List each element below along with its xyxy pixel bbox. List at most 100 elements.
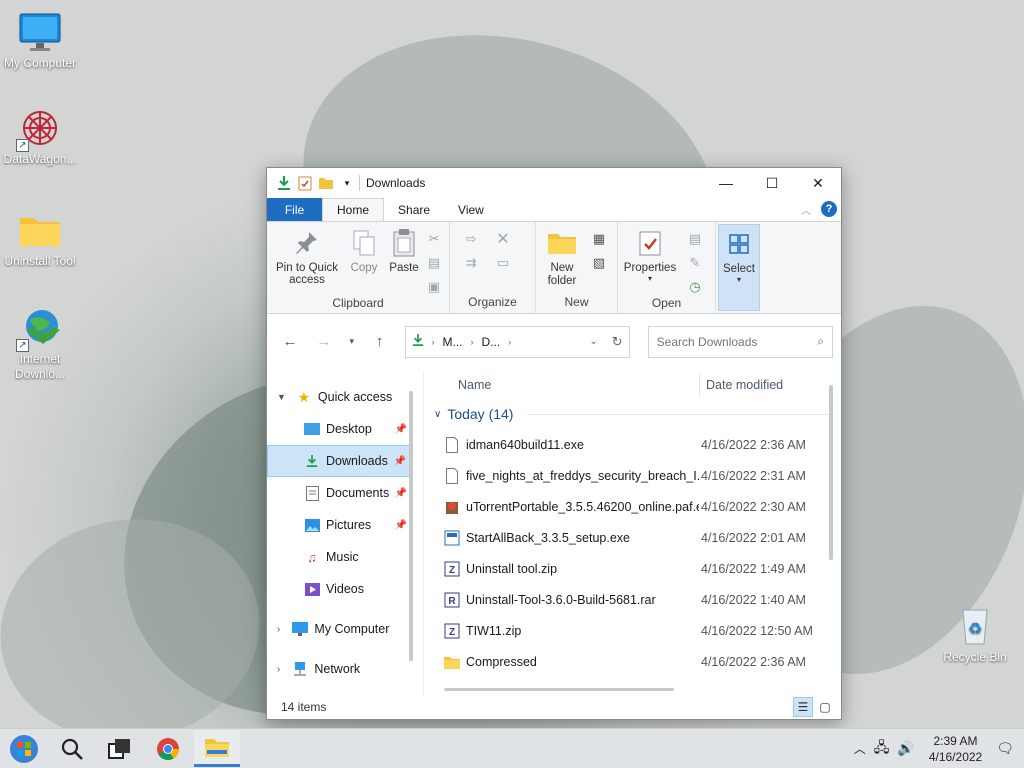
properties-quick-icon[interactable] xyxy=(296,174,314,192)
forward-arrow-icon[interactable]: → xyxy=(309,327,339,357)
paste-button[interactable]: Paste xyxy=(385,226,423,296)
maximize-button[interactable]: ☐ xyxy=(749,168,795,198)
close-button[interactable]: ✕ xyxy=(795,168,841,198)
nav-videos[interactable]: Videos xyxy=(267,573,413,605)
chrome-taskbar-button[interactable] xyxy=(144,729,192,768)
column-header-date-modified[interactable]: Date modified xyxy=(699,373,783,397)
nav-scrollbar[interactable] xyxy=(409,391,413,661)
globe-download-icon: ↗ xyxy=(16,306,62,352)
new-item-icon[interactable]: ▦ xyxy=(590,230,608,248)
back-arrow-icon[interactable]: ← xyxy=(275,327,305,357)
search-input[interactable] xyxy=(656,334,818,349)
help-icon[interactable]: ? xyxy=(821,201,837,217)
chevron-down-icon: ∨ xyxy=(434,408,442,420)
ribbon-group-select[interactable]: Select ▾ xyxy=(718,224,760,311)
file-date: 4/16/2022 2:01 AM xyxy=(701,530,806,545)
recent-locations-chevron-icon[interactable]: ▾ xyxy=(343,327,361,357)
zip-file-icon: Z xyxy=(444,560,460,578)
details-view-icon[interactable]: ☰ xyxy=(793,697,813,717)
breadcrumb-segment[interactable]: M... xyxy=(443,335,463,349)
nav-downloads[interactable]: Downloads 📌 xyxy=(267,445,413,477)
cut-icon[interactable]: ✂ xyxy=(425,230,443,248)
delete-icon[interactable]: ✕ xyxy=(494,230,512,248)
ribbon-group-new: New folder ▦ ▧ New xyxy=(536,222,618,313)
desktop-icon-uninstall-tool[interactable]: Uninstall Tool xyxy=(0,208,80,269)
network-status-icon[interactable]: 🖧 xyxy=(874,737,890,761)
desktop-icon-datawagon[interactable]: ↗ DataWagon... xyxy=(0,106,80,167)
file-row[interactable]: Z TIW11.zip 4/16/2022 12:50 AM xyxy=(424,615,841,646)
file-row[interactable]: five_nights_at_freddys_security_breach_I… xyxy=(424,460,841,491)
horizontal-scrollbar[interactable] xyxy=(444,688,674,691)
file-row[interactable]: R Uninstall-Tool-3.6.0-Build-5681.rar 4/1… xyxy=(424,584,841,615)
folder-icon xyxy=(547,228,577,258)
chevron-down-icon[interactable]: ▼ xyxy=(277,392,286,402)
open-icon[interactable]: ▤ xyxy=(686,230,704,248)
rename-icon[interactable]: ▭ xyxy=(494,254,512,272)
search-box[interactable]: ⌕ xyxy=(647,325,833,358)
new-folder-quick-icon[interactable] xyxy=(317,174,335,192)
address-bar[interactable]: › M... › D... › ⌄ ↻ xyxy=(404,325,630,358)
copy-path-icon[interactable]: ▤ xyxy=(425,254,443,272)
copy-to-icon[interactable]: ⇉ xyxy=(462,254,480,272)
vertical-scrollbar[interactable] xyxy=(829,385,833,560)
file-row[interactable]: uTorrentPortable_3.5.5.46200_online.paf.… xyxy=(424,491,841,522)
search-taskbar-button[interactable] xyxy=(48,729,96,768)
properties-button[interactable]: Properties ▾ xyxy=(622,226,678,296)
breadcrumb-segment[interactable]: D... xyxy=(482,335,501,349)
file-name: Uninstall tool.zip xyxy=(466,561,558,576)
start-button[interactable] xyxy=(0,729,48,768)
chevron-right-icon[interactable]: › xyxy=(277,624,280,635)
paste-shortcut-icon[interactable]: ▣ xyxy=(425,278,443,296)
clock[interactable]: 2:39 AM 4/16/2022 xyxy=(923,733,988,765)
chevron-right-icon[interactable]: › xyxy=(277,664,280,675)
ribbon-group-label: Clipboard xyxy=(332,296,384,310)
nav-quick-access[interactable]: ▼ ★ Quick access xyxy=(267,381,413,413)
pictures-icon xyxy=(304,517,320,533)
file-row[interactable]: idman640build11.exe 4/16/2022 2:36 AM xyxy=(424,429,841,460)
address-history-chevron-icon[interactable]: ⌄ xyxy=(589,336,597,347)
easy-access-icon[interactable]: ▧ xyxy=(590,254,608,272)
file-explorer-taskbar-button[interactable] xyxy=(194,730,240,767)
nav-my-computer[interactable]: › My Computer xyxy=(267,613,413,645)
copy-button[interactable]: Copy xyxy=(345,226,383,296)
group-header[interactable]: ∨ Today (14) xyxy=(424,399,841,429)
chrome-icon xyxy=(157,737,179,760)
move-to-icon[interactable]: ⇨ xyxy=(462,230,480,248)
title-bar[interactable]: ▾ Downloads — ☐ ✕ xyxy=(267,168,841,198)
tab-view[interactable]: View xyxy=(444,198,498,221)
group-header-label: Today (14) xyxy=(447,406,514,422)
nav-network[interactable]: › Network xyxy=(267,653,413,685)
refresh-icon[interactable]: ↻ xyxy=(612,334,623,350)
pin-to-quick-access-button[interactable]: Pin to Quick access xyxy=(271,226,343,296)
desktop-icon-recycle-bin[interactable]: ♻ Recycle Bin xyxy=(935,604,1015,665)
minimize-button[interactable]: — xyxy=(703,168,749,198)
tab-file[interactable]: File xyxy=(267,198,322,221)
column-header-name[interactable]: Name xyxy=(424,378,699,392)
file-row[interactable]: Compressed 4/16/2022 2:36 AM xyxy=(424,646,841,677)
nav-pictures[interactable]: Pictures 📌 xyxy=(267,509,413,541)
desktop-icon-internet-download[interactable]: ↗ Internet Downlo... xyxy=(0,306,80,382)
search-icon[interactable]: ⌕ xyxy=(817,334,824,349)
nav-desktop[interactable]: Desktop 📌 xyxy=(267,413,413,445)
collapse-ribbon-icon[interactable]: ︿ xyxy=(801,202,811,217)
select-button[interactable]: Select ▾ xyxy=(723,227,755,310)
nav-documents[interactable]: Documents 📌 xyxy=(267,477,413,509)
large-icons-view-icon[interactable]: ▢ xyxy=(815,697,835,717)
notifications-icon[interactable]: 🗨 xyxy=(996,740,1014,757)
show-hidden-icons-chevron-icon[interactable]: ︿ xyxy=(854,740,866,757)
edit-icon[interactable]: ✎ xyxy=(686,254,704,272)
new-folder-button[interactable]: New folder xyxy=(540,226,584,295)
customize-qat-chevron-icon[interactable]: ▾ xyxy=(338,174,356,192)
desktop-icon-my-computer[interactable]: My Computer xyxy=(0,10,80,71)
properties-dropdown-icon[interactable]: ▾ xyxy=(648,274,652,283)
volume-icon[interactable]: 🔊 xyxy=(897,740,914,757)
task-view-button[interactable] xyxy=(96,729,144,768)
tab-share[interactable]: Share xyxy=(384,198,444,221)
nav-music[interactable]: ♫ Music xyxy=(267,541,413,573)
history-icon[interactable]: ◷ xyxy=(686,278,704,296)
file-row[interactable]: Z Uninstall tool.zip 4/16/2022 1:49 AM xyxy=(424,553,841,584)
tab-home[interactable]: Home xyxy=(322,198,385,221)
up-arrow-icon[interactable]: ↑ xyxy=(365,327,395,357)
file-row[interactable]: StartAllBack_3.3.5_setup.exe 4/16/2022 2… xyxy=(424,522,841,553)
file-icon xyxy=(444,467,460,485)
